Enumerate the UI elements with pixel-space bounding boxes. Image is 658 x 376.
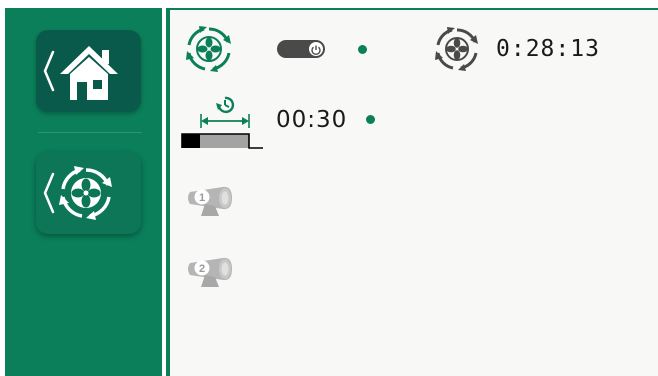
sensor-1-number: 1 — [199, 192, 205, 204]
fan-cycle-icon — [59, 166, 112, 220]
power-icon — [311, 45, 321, 56]
sidebar-separator — [38, 132, 142, 133]
sensor-2-number: 2 — [199, 263, 205, 275]
sensor-2-icon[interactable]: 2 — [185, 253, 235, 291]
chevron-left-icon — [43, 172, 55, 214]
delay-timer-icon[interactable] — [181, 92, 265, 150]
top-border — [170, 8, 658, 10]
fan-status-dot — [358, 45, 367, 54]
sidebar-edge — [166, 8, 170, 376]
chevron-left-icon — [43, 50, 55, 92]
sensor-1-icon[interactable]: 1 — [185, 182, 235, 220]
sidebar-item-ventilation[interactable] — [36, 152, 141, 234]
toggle-knob — [309, 42, 323, 56]
fan-gray-icon — [435, 27, 478, 71]
fan-mode-icon[interactable] — [185, 25, 233, 73]
delay-status-dot — [366, 115, 375, 124]
sidebar-item-home[interactable] — [36, 30, 141, 112]
home-icon — [60, 46, 118, 100]
delay-value: 00:30 — [276, 107, 348, 133]
fan-timer-value: 0:28:13 — [496, 36, 600, 62]
fan-toggle[interactable] — [277, 40, 325, 58]
